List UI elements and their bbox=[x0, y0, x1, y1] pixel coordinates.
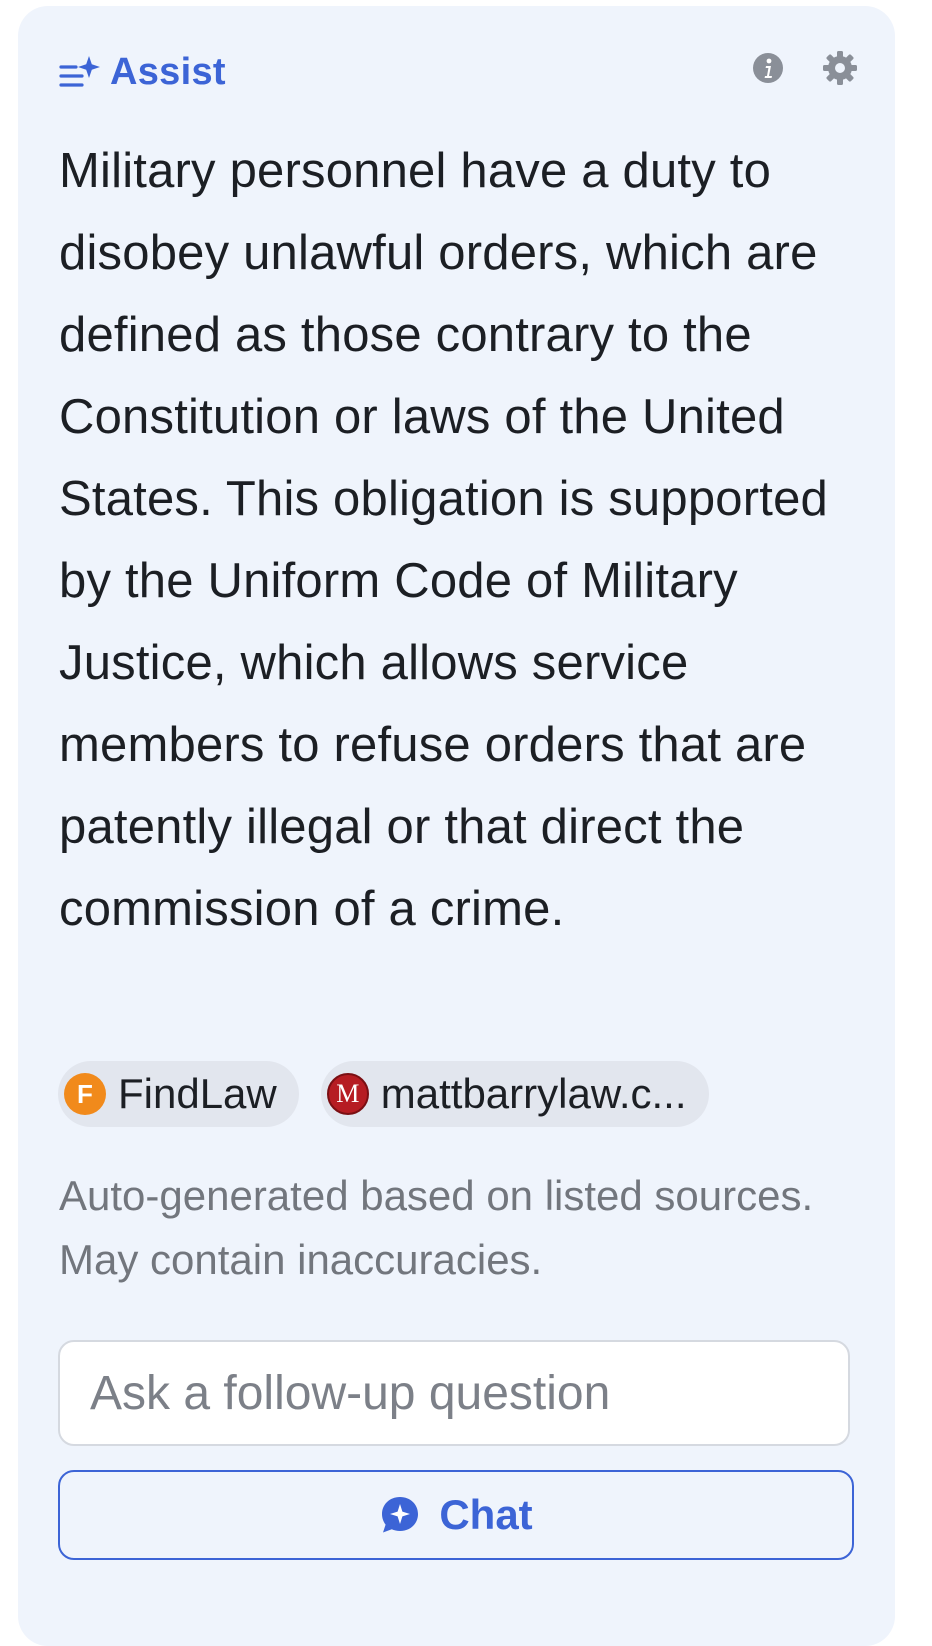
source-chip-findlaw[interactable]: F FindLaw bbox=[58, 1061, 299, 1127]
disclaimer-text: Auto-generated based on listed sources. … bbox=[59, 1172, 814, 1283]
assist-card: Assist Military personnel have a duty to… bbox=[18, 6, 895, 1646]
source-label: mattbarrylaw.c... bbox=[380, 1070, 687, 1117]
source-list: F FindLaw M mattbarrylaw.c... bbox=[58, 1061, 709, 1127]
findlaw-logo-icon: F bbox=[64, 1073, 106, 1115]
assist-title: Assist bbox=[110, 50, 226, 93]
chat-button-label: Chat bbox=[439, 1491, 533, 1538]
mattbarrylaw-logo-icon: M bbox=[326, 1073, 369, 1115]
follow-up-input[interactable] bbox=[58, 1340, 850, 1446]
assist-brand: Assist bbox=[58, 44, 226, 100]
sparkle-list-icon bbox=[59, 56, 100, 87]
chat-bubble-sparkle-icon bbox=[382, 1497, 419, 1533]
source-chip-mattbarrylaw[interactable]: M mattbarrylaw.c... bbox=[320, 1061, 709, 1127]
chat-button[interactable]: Chat bbox=[58, 1470, 854, 1560]
source-label: FindLaw bbox=[118, 1070, 277, 1117]
gear-icon[interactable] bbox=[822, 50, 858, 86]
info-icon[interactable] bbox=[752, 52, 784, 84]
answer-text: Military personnel have a duty to disobe… bbox=[59, 144, 828, 936]
assist-header: Assist bbox=[58, 44, 858, 100]
